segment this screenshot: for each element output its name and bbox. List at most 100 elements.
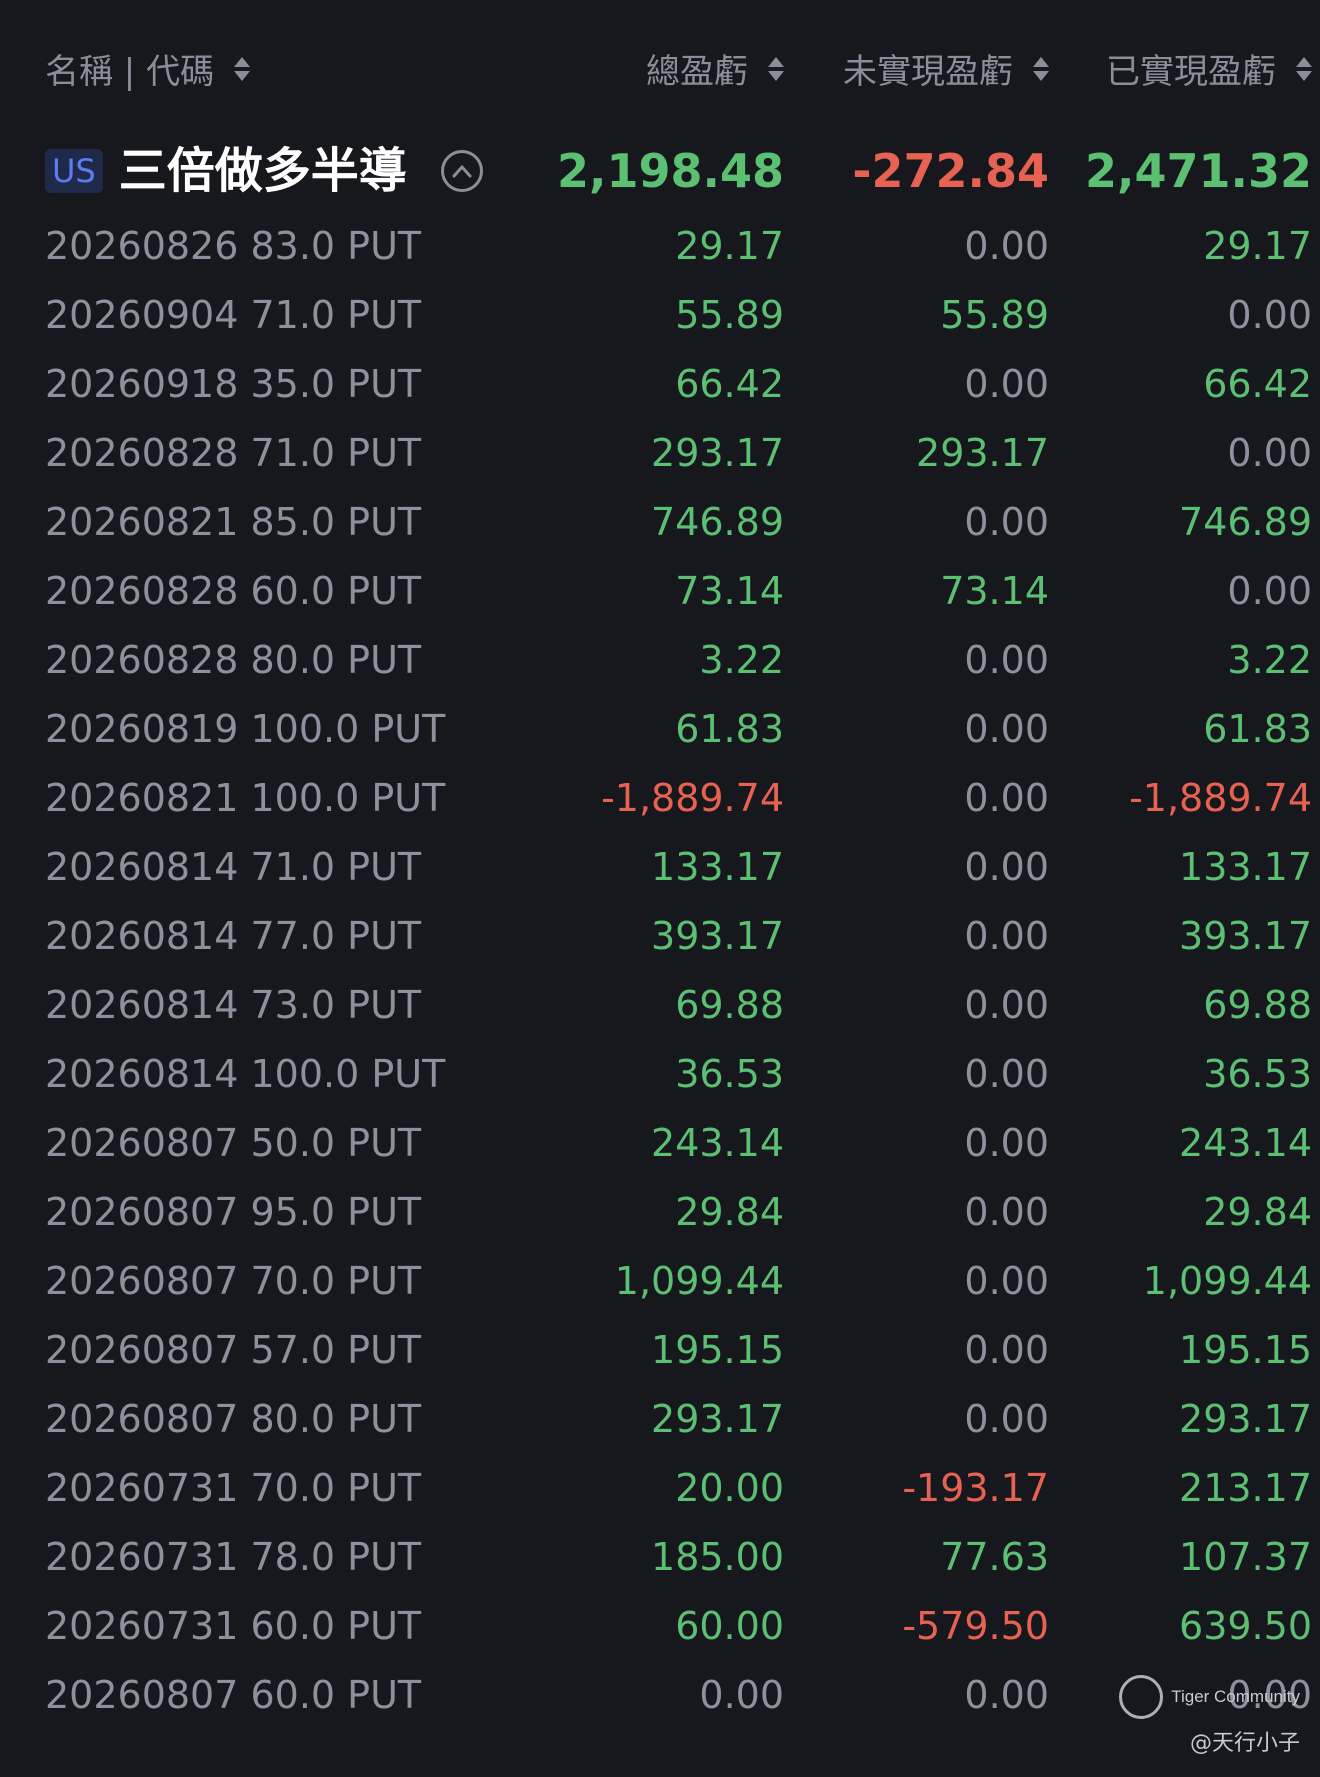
- unrealized-pl-column-label: 未實現盈虧: [843, 52, 1013, 92]
- sort-icon[interactable]: [1033, 56, 1049, 81]
- tiger-logo-icon: [1119, 1675, 1164, 1719]
- unrealized-pl-value: -193.17: [902, 1466, 1049, 1510]
- unrealized-pl-value: 0.00: [964, 1673, 1049, 1717]
- unrealized-pl-value: 0.00: [964, 776, 1049, 820]
- group-realized-pl: 2,471.32: [1085, 144, 1312, 198]
- total-pl-value: 0.00: [699, 1673, 784, 1717]
- realized-pl-value: 69.88: [1203, 983, 1312, 1027]
- positions-list: 20260826 83.0 PUT 29.17 0.00 29.17 20260904 …: [0, 212, 1320, 1730]
- table-row[interactable]: 20260807 57.0 PUT 195.15 0.00 195.15: [0, 1316, 1320, 1385]
- total-pl-column-label: 總盈虧: [646, 52, 748, 92]
- table-row[interactable]: 20260904 71.0 PUT 55.89 55.89 0.00: [0, 281, 1320, 350]
- total-pl-value: 185.00: [651, 1535, 784, 1579]
- unrealized-pl-value: 0.00: [964, 1397, 1049, 1441]
- option-name: 20260918 35.0 PUT: [45, 362, 422, 406]
- table-row[interactable]: 20260828 71.0 PUT 293.17 293.17 0.00: [0, 419, 1320, 488]
- table-row[interactable]: 20260807 70.0 PUT 1,099.44 0.00 1,099.44: [0, 1247, 1320, 1316]
- total-pl-value: 293.17: [651, 431, 784, 475]
- total-pl-value: 20.00: [675, 1466, 784, 1510]
- table-row[interactable]: 20260821 85.0 PUT 746.89 0.00 746.89: [0, 488, 1320, 557]
- realized-pl-value: 66.42: [1203, 362, 1312, 406]
- option-name: 20260814 77.0 PUT: [45, 914, 422, 958]
- realized-pl-value: 293.17: [1179, 1397, 1312, 1441]
- group-total-pl: 2,198.48: [557, 144, 784, 198]
- unrealized-pl-value: 55.89: [940, 293, 1049, 337]
- unrealized-pl-value: 0.00: [964, 500, 1049, 544]
- option-name: 20260814 100.0 PUT: [45, 1052, 446, 1096]
- unrealized-pl-value: 0.00: [964, 845, 1049, 889]
- option-name: 20260807 70.0 PUT: [45, 1259, 422, 1303]
- watermark-handle: @天行小子: [1189, 1731, 1300, 1756]
- option-name: 20260819 100.0 PUT: [45, 707, 446, 751]
- realized-pl-value: 36.53: [1203, 1052, 1312, 1096]
- collapse-button[interactable]: [440, 150, 483, 192]
- realized-pl-value: 61.83: [1203, 707, 1312, 751]
- realized-pl-value: 107.37: [1179, 1535, 1312, 1579]
- realized-pl-value: 195.15: [1179, 1328, 1312, 1372]
- unrealized-pl-value: 0.00: [964, 224, 1049, 268]
- option-name: 20260821 100.0 PUT: [45, 776, 446, 820]
- watermark: Tiger Community @天行小子: [1119, 1675, 1300, 1757]
- unrealized-pl-value: 0.00: [964, 1328, 1049, 1372]
- total-pl-value: 293.17: [651, 1397, 784, 1441]
- unrealized-pl-column-header[interactable]: 未實現盈虧: [843, 44, 1049, 93]
- table-row[interactable]: 20260814 77.0 PUT 393.17 0.00 393.17: [0, 902, 1320, 971]
- realized-pl-value: 0.00: [1227, 569, 1312, 613]
- unrealized-pl-value: 0.00: [964, 983, 1049, 1027]
- table-row[interactable]: 20260807 95.0 PUT 29.84 0.00 29.84: [0, 1178, 1320, 1247]
- realized-pl-column-header[interactable]: 已實現盈虧: [1106, 44, 1312, 93]
- position-group-row[interactable]: US 三倍做多半導 2,198.48 -272.84 2,471.32: [0, 138, 1320, 204]
- realized-pl-value: 639.50: [1179, 1604, 1312, 1648]
- unrealized-pl-value: 0.00: [964, 362, 1049, 406]
- realized-pl-value: 133.17: [1179, 845, 1312, 889]
- option-name: 20260814 73.0 PUT: [45, 983, 422, 1027]
- group-title: 三倍做多半導: [118, 143, 407, 199]
- table-row[interactable]: 20260814 73.0 PUT 69.88 0.00 69.88: [0, 971, 1320, 1040]
- option-name: 20260814 71.0 PUT: [45, 845, 422, 889]
- option-name: 20260828 60.0 PUT: [45, 569, 422, 613]
- total-pl-value: 1,099.44: [614, 1259, 784, 1303]
- table-row[interactable]: 20260821 100.0 PUT -1,889.74 0.00 -1,889.74: [0, 764, 1320, 833]
- unrealized-pl-value: 0.00: [964, 638, 1049, 682]
- table-row[interactable]: 20260918 35.0 PUT 66.42 0.00 66.42: [0, 350, 1320, 419]
- total-pl-value: 69.88: [675, 983, 784, 1027]
- name-column-header[interactable]: 名稱 | 代碼: [45, 44, 251, 93]
- sort-icon[interactable]: [1296, 56, 1312, 81]
- table-row[interactable]: 20260807 50.0 PUT 243.14 0.00 243.14: [0, 1109, 1320, 1178]
- option-name: 20260807 57.0 PUT: [45, 1328, 422, 1372]
- chevron-up-icon: [452, 165, 472, 178]
- realized-pl-value: 1,099.44: [1142, 1259, 1312, 1303]
- table-row[interactable]: 20260807 80.0 PUT 293.17 0.00 293.17: [0, 1385, 1320, 1454]
- total-pl-value: 61.83: [675, 707, 784, 751]
- table-row[interactable]: 20260826 83.0 PUT 29.17 0.00 29.17: [0, 212, 1320, 281]
- realized-pl-value: 0.00: [1227, 431, 1312, 475]
- group-unrealized-pl: -272.84: [852, 144, 1049, 198]
- total-pl-value: 29.17: [675, 224, 784, 268]
- table-row[interactable]: 20260731 60.0 PUT 60.00 -579.50 639.50: [0, 1592, 1320, 1661]
- table-row[interactable]: 20260731 70.0 PUT 20.00 -193.17 213.17: [0, 1454, 1320, 1523]
- option-name: 20260826 83.0 PUT: [45, 224, 422, 268]
- sort-icon[interactable]: [234, 56, 251, 81]
- unrealized-pl-value: 73.14: [940, 569, 1049, 613]
- table-row[interactable]: 20260828 80.0 PUT 3.22 0.00 3.22: [0, 626, 1320, 695]
- name-column-label: 名稱 | 代碼: [45, 52, 215, 92]
- sort-icon[interactable]: [768, 56, 784, 81]
- table-row[interactable]: 20260819 100.0 PUT 61.83 0.00 61.83: [0, 695, 1320, 764]
- unrealized-pl-value: 0.00: [964, 1190, 1049, 1234]
- realized-pl-column-label: 已實現盈虧: [1106, 52, 1276, 92]
- realized-pl-value: 243.14: [1179, 1121, 1312, 1165]
- realized-pl-value: 29.17: [1203, 224, 1312, 268]
- option-name: 20260807 50.0 PUT: [45, 1121, 422, 1165]
- total-pl-value: 36.53: [675, 1052, 784, 1096]
- table-row[interactable]: 20260828 60.0 PUT 73.14 73.14 0.00: [0, 557, 1320, 626]
- table-row[interactable]: 20260814 71.0 PUT 133.17 0.00 133.17: [0, 833, 1320, 902]
- total-pl-value: 73.14: [675, 569, 784, 613]
- table-row[interactable]: 20260731 78.0 PUT 185.00 77.63 107.37: [0, 1523, 1320, 1592]
- table-row[interactable]: 20260814 100.0 PUT 36.53 0.00 36.53: [0, 1040, 1320, 1109]
- total-pl-value: 66.42: [675, 362, 784, 406]
- market-badge: US: [45, 149, 103, 193]
- total-pl-column-header[interactable]: 總盈虧: [646, 44, 784, 93]
- option-name: 20260731 60.0 PUT: [45, 1604, 422, 1648]
- total-pl-value: 60.00: [675, 1604, 784, 1648]
- realized-pl-value: 213.17: [1179, 1466, 1312, 1510]
